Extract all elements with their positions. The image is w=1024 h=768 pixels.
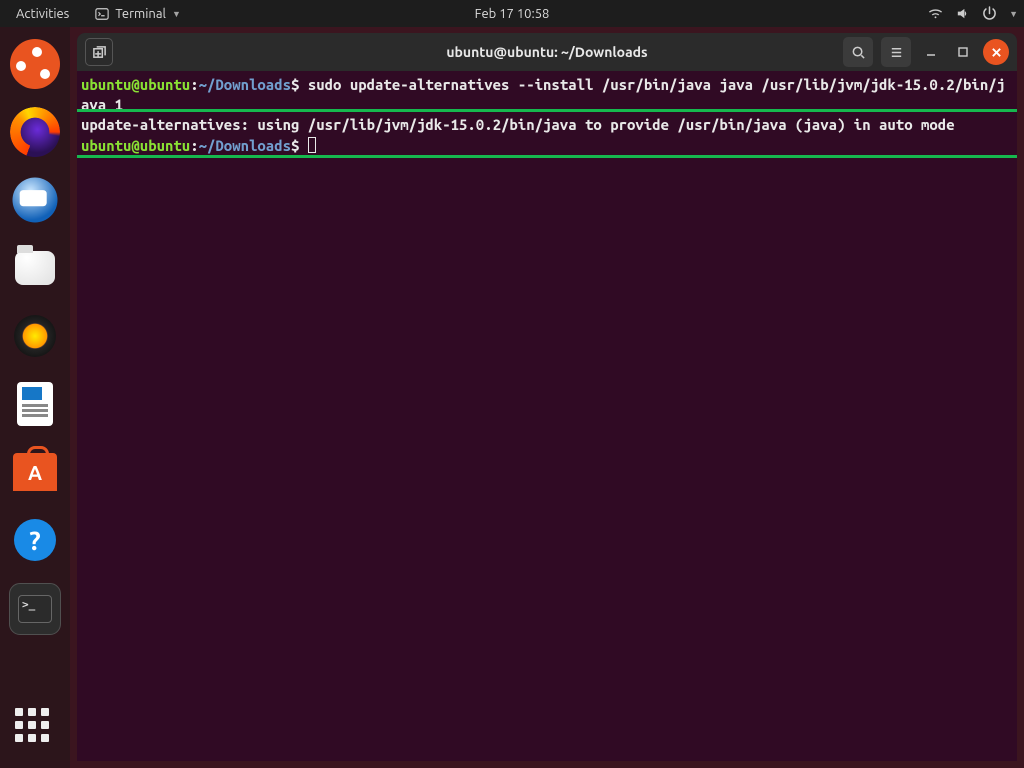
dock-ubuntu-logo[interactable] (10, 39, 60, 89)
dock-terminal-active[interactable]: >_ (9, 583, 61, 635)
desktop: ? >_ ubuntu@ubuntu: ~/Downloads (0, 27, 1024, 768)
dock-rhythmbox[interactable] (10, 311, 60, 361)
prompt-user: ubuntu@ubuntu (81, 76, 190, 93)
app-menu[interactable]: Terminal ▼ (85, 7, 191, 21)
new-tab-icon (92, 45, 107, 60)
hamburger-icon (889, 45, 904, 60)
dock-files[interactable] (10, 243, 60, 293)
window-title: ubuntu@ubuntu: ~/Downloads (446, 44, 647, 60)
prompt-dollar: $ (291, 76, 308, 93)
terminal-window: ubuntu@ubuntu: ~/Downloads ubun (77, 33, 1017, 761)
prompt-sep: : (190, 76, 198, 93)
close-icon (991, 47, 1002, 58)
terminal-icon (95, 7, 109, 21)
activities-button[interactable]: Activities (0, 7, 85, 21)
clock[interactable]: Feb 17 10:58 (475, 7, 550, 21)
prompt-user: ubuntu@ubuntu (81, 137, 190, 154)
volume-icon (955, 6, 970, 21)
wifi-icon (928, 6, 943, 21)
show-applications-button[interactable] (15, 708, 55, 748)
power-icon (982, 6, 997, 21)
dock-ubuntu-software[interactable] (10, 447, 60, 497)
dock-thunderbird[interactable] (13, 178, 58, 223)
chevron-down-icon: ▼ (1009, 9, 1018, 19)
prompt-path: ~/Downloads (199, 76, 291, 93)
output-line: update-alternatives: using /usr/lib/jvm/… (81, 116, 955, 133)
maximize-button[interactable] (951, 46, 975, 58)
terminal-titlebar[interactable]: ubuntu@ubuntu: ~/Downloads (77, 33, 1017, 71)
hamburger-menu-button[interactable] (881, 37, 911, 67)
terminal-body[interactable]: ubuntu@ubuntu:~/Downloads$ sudo update-a… (77, 71, 1017, 761)
search-icon (851, 45, 866, 60)
dock-firefox[interactable] (10, 107, 60, 157)
prompt-sep: : (190, 137, 198, 154)
dock-help[interactable]: ? (10, 515, 60, 565)
minimize-icon (924, 45, 938, 59)
system-status-area[interactable]: ▼ (928, 6, 1018, 21)
app-menu-label: Terminal (115, 7, 166, 21)
ubuntu-dock: ? >_ (0, 27, 70, 768)
close-button[interactable] (983, 39, 1009, 65)
prompt-dollar: $ (291, 137, 308, 154)
prompt-path: ~/Downloads (199, 137, 291, 154)
dock-libreoffice-writer[interactable] (10, 379, 60, 429)
new-tab-button[interactable] (85, 38, 113, 66)
chevron-down-icon: ▼ (172, 9, 181, 19)
gnome-top-bar: Activities Terminal ▼ Feb 17 10:58 ▼ (0, 0, 1024, 27)
cursor (308, 137, 316, 153)
search-button[interactable] (843, 37, 873, 67)
maximize-icon (957, 46, 969, 58)
minimize-button[interactable] (919, 45, 943, 59)
